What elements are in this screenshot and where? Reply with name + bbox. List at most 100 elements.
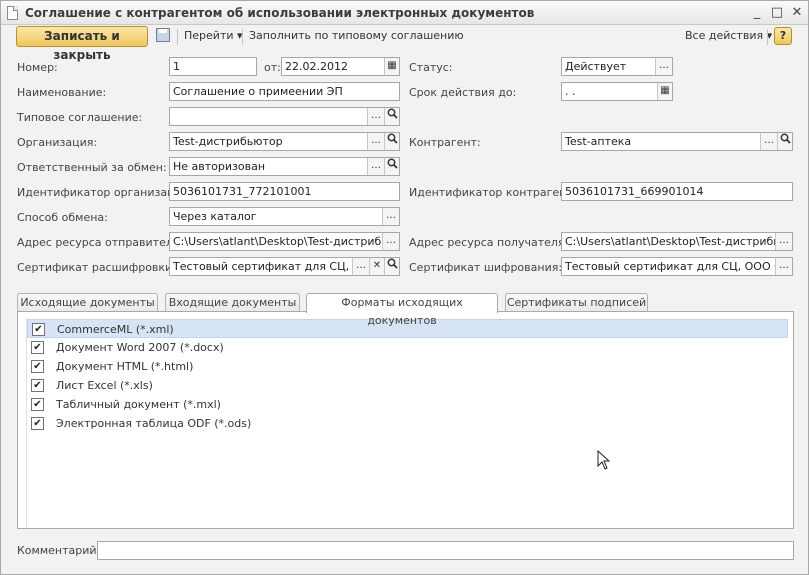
decrypt-cert-select-button[interactable]: …: [352, 258, 369, 275]
encrypt-cert-label: Сертификат шифрования:: [409, 261, 563, 274]
number-label: Номер:: [17, 61, 58, 74]
date-label: от:: [264, 61, 281, 74]
toolbar-separator: [177, 29, 178, 45]
counterparty-field[interactable]: Test-аптека …: [561, 132, 793, 151]
format-checkbox[interactable]: ✔: [31, 417, 44, 430]
tab-outgoing-documents[interactable]: Исходящие документы: [17, 293, 158, 312]
counterparty-select-button[interactable]: …: [760, 133, 777, 150]
formats-panel: ✔ CommerceML (*.xml) ✔ Документ Word 200…: [17, 311, 794, 529]
close-button[interactable]: ✕: [787, 4, 807, 22]
toolbar-separator: [242, 29, 243, 45]
status-select-button[interactable]: …: [655, 58, 672, 75]
help-button[interactable]: ?: [774, 27, 792, 45]
calendar-icon[interactable]: ▦: [657, 83, 672, 100]
search-icon[interactable]: [384, 108, 399, 125]
tab-outgoing-formats[interactable]: Форматы исходящих документов: [306, 293, 498, 327]
format-checkbox[interactable]: ✔: [31, 341, 44, 354]
counterparty-id-label: Идентификатор контрагента:: [409, 186, 584, 199]
format-label: CommerceML (*.xml): [57, 323, 174, 336]
fill-typical-button[interactable]: Заполнить по типовому соглашению: [249, 29, 464, 42]
receiver-address-value: C:\Users\atlant\Desktop\Test-дистрибьюто…: [565, 235, 793, 248]
decrypt-cert-field[interactable]: Тестовый сертификат для СЦ, ООО Ор … ✕: [169, 257, 400, 276]
list-item[interactable]: ✔ Лист Excel (*.xls): [27, 376, 788, 395]
date-value: 22.02.2012: [285, 60, 348, 73]
minimize-button[interactable]: _: [747, 4, 767, 22]
responsible-label: Ответственный за обмен:: [17, 161, 167, 174]
maximize-button[interactable]: □: [767, 4, 787, 22]
search-icon[interactable]: [384, 258, 399, 275]
organization-select-button[interactable]: …: [367, 133, 384, 150]
sender-address-field[interactable]: C:\Users\atlant\Desktop\Test-дистрибьюто…: [169, 232, 400, 251]
date-field[interactable]: 22.02.2012 ▦: [281, 57, 400, 76]
org-id-field[interactable]: 5036101731_772101001: [169, 182, 400, 201]
receiver-address-select-button[interactable]: …: [775, 233, 792, 250]
expiry-field[interactable]: . . ▦: [561, 82, 673, 101]
status-value: Действует: [565, 60, 627, 73]
formats-list: ✔ CommerceML (*.xml) ✔ Документ Word 200…: [26, 318, 788, 528]
counterparty-value: Test-аптека: [565, 135, 632, 148]
typical-agreement-label: Типовое соглашение:: [17, 111, 143, 124]
goto-menu[interactable]: Перейти ▾: [184, 29, 243, 42]
typical-agreement-field[interactable]: …: [169, 107, 400, 126]
calendar-icon[interactable]: ▦: [384, 58, 399, 75]
list-item[interactable]: ✔ Табличный документ (*.mxl): [27, 395, 788, 414]
org-id-label: Идентификатор организации:: [17, 186, 193, 199]
format-label: Лист Excel (*.xls): [56, 379, 153, 392]
search-icon[interactable]: [384, 133, 399, 150]
expiry-label: Срок действия до:: [409, 86, 517, 99]
list-item[interactable]: ✔ Документ HTML (*.html): [27, 357, 788, 376]
list-item[interactable]: ✔ Документ Word 2007 (*.docx): [27, 338, 788, 357]
responsible-field[interactable]: Не авторизован …: [169, 157, 400, 176]
organization-field[interactable]: Test-дистрибьютор …: [169, 132, 400, 151]
search-icon[interactable]: [777, 133, 792, 150]
responsible-value: Не авторизован: [173, 160, 266, 173]
toolbar-separator: [767, 29, 768, 45]
counterparty-label: Контрагент:: [409, 136, 481, 149]
sender-address-value: C:\Users\atlant\Desktop\Test-дистрибьюто…: [173, 235, 400, 248]
counterparty-id-field[interactable]: 5036101731_669901014: [561, 182, 793, 201]
window-title: Соглашение с контрагентом об использован…: [25, 6, 535, 20]
sender-address-select-button[interactable]: …: [382, 233, 399, 250]
tab-incoming-documents[interactable]: Входящие документы: [165, 293, 300, 312]
exchange-method-field[interactable]: Через каталог …: [169, 207, 400, 226]
clear-icon[interactable]: ✕: [369, 258, 384, 275]
encrypt-cert-field[interactable]: Тестовый сертификат для СЦ, ООО Ор …: [561, 257, 793, 276]
status-label: Статус:: [409, 61, 453, 74]
expiry-value: . .: [565, 85, 576, 98]
exchange-method-label: Способ обмена:: [17, 211, 108, 224]
organization-value: Test-дистрибьютор: [173, 135, 283, 148]
search-icon[interactable]: [384, 158, 399, 175]
responsible-select-button[interactable]: …: [367, 158, 384, 175]
sender-address-label: Адрес ресурса отправителя:: [17, 236, 184, 249]
organization-label: Организация:: [17, 136, 98, 149]
document-icon: [7, 6, 18, 20]
save-icon[interactable]: [156, 28, 170, 42]
format-label: Электронная таблица ODF (*.ods): [56, 417, 252, 430]
exchange-method-select-button[interactable]: …: [382, 208, 399, 225]
title-bar: Соглашение с контрагентом об использован…: [1, 1, 808, 25]
format-label: Табличный документ (*.mxl): [56, 398, 221, 411]
tab-signature-certificates[interactable]: Сертификаты подписей: [505, 293, 648, 312]
format-checkbox[interactable]: ✔: [31, 379, 44, 392]
comment-field[interactable]: [97, 541, 794, 560]
format-label: Документ HTML (*.html): [56, 360, 194, 373]
agreement-window: Соглашение с контрагентом об использован…: [0, 0, 809, 575]
decrypt-cert-label: Сертификат расшифровки:: [17, 261, 176, 274]
format-checkbox[interactable]: ✔: [32, 323, 45, 336]
status-field[interactable]: Действует …: [561, 57, 673, 76]
list-item[interactable]: ✔ Электронная таблица ODF (*.ods): [27, 414, 788, 433]
mouse-cursor-icon: [597, 450, 611, 470]
number-field[interactable]: 1: [169, 57, 257, 76]
encrypt-cert-select-button[interactable]: …: [775, 258, 792, 275]
format-checkbox[interactable]: ✔: [31, 360, 44, 373]
format-label: Документ Word 2007 (*.docx): [56, 341, 224, 354]
toolbar: Записать и закрыть Перейти ▾ Заполнить п…: [1, 25, 808, 62]
format-checkbox[interactable]: ✔: [31, 398, 44, 411]
all-actions-menu[interactable]: Все действия ▾: [685, 29, 772, 42]
name-field[interactable]: Соглашение о примеении ЭП: [169, 82, 400, 101]
receiver-address-field[interactable]: C:\Users\atlant\Desktop\Test-дистрибьюто…: [561, 232, 793, 251]
goto-label: Перейти: [184, 29, 234, 42]
write-and-close-button[interactable]: Записать и закрыть: [16, 26, 148, 62]
typical-select-button[interactable]: …: [367, 108, 384, 125]
comment-label: Комментарий:: [17, 544, 101, 557]
